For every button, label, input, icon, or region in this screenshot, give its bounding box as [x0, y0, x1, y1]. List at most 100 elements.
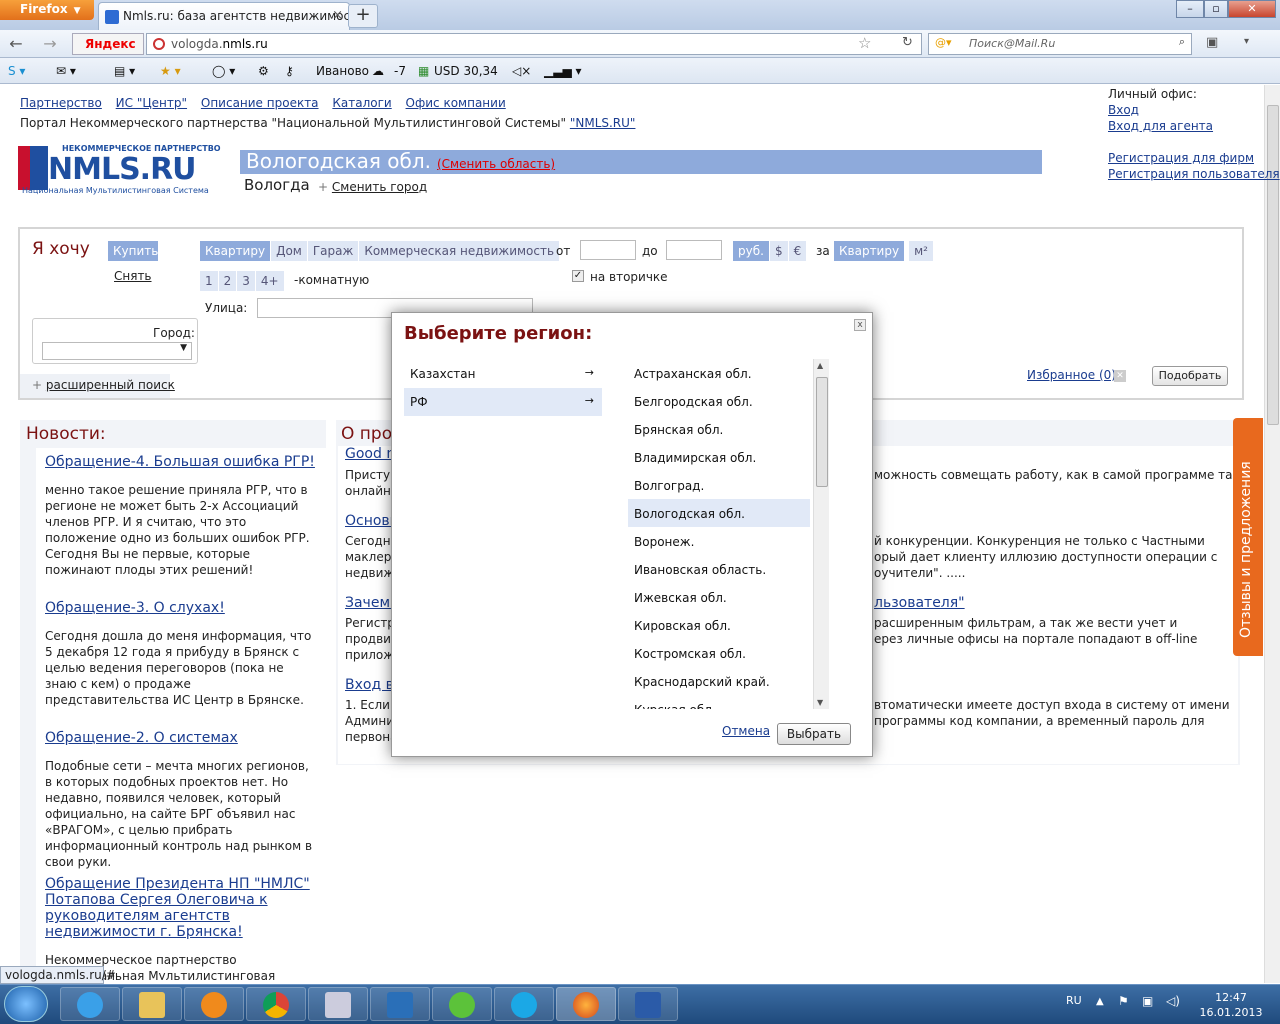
region-item[interactable]: Ижевская обл.	[628, 583, 810, 611]
site-identity-icon[interactable]	[153, 38, 165, 50]
choose-button[interactable]: Выбрать	[777, 723, 851, 745]
firefox-taskbar-icon[interactable]	[556, 987, 616, 1021]
advanced-search[interactable]: + расширенный поиск	[32, 378, 175, 392]
favorites-star-icon[interactable]: ★ ▾	[160, 64, 181, 78]
region-item[interactable]: Костромская обл.	[628, 639, 810, 667]
region-item-selected[interactable]: Вологодская обл.	[628, 499, 810, 527]
rent-link[interactable]: Снять	[114, 269, 152, 283]
minimize-button[interactable]: –	[1176, 0, 1204, 18]
language-indicator[interactable]: RU	[1066, 994, 1082, 1007]
nav-link[interactable]: Партнерство	[20, 96, 102, 110]
search-icon[interactable]: ⌕	[1179, 35, 1185, 49]
agent-login-link[interactable]: Вход для агента	[1108, 118, 1280, 134]
network-icon[interactable]: ▣	[1142, 994, 1153, 1008]
scrollbar-thumb[interactable]	[816, 377, 828, 487]
weather-temp[interactable]: -7	[394, 64, 406, 78]
region-item[interactable]: Владимирская обл.	[628, 443, 810, 471]
city-select[interactable]: ▼	[42, 342, 192, 360]
register-user-link[interactable]: Регистрация пользователя	[1108, 166, 1280, 182]
settings-gear-icon[interactable]: ⚙	[258, 64, 269, 78]
rooms-1[interactable]: 1	[200, 271, 218, 291]
about-link[interactable]: льзователя"	[874, 595, 965, 611]
media-player-taskbar-icon[interactable]	[184, 987, 244, 1021]
region-item[interactable]: Курская обл.	[628, 695, 810, 709]
region-item[interactable]: Астраханская обл.	[628, 359, 810, 387]
region-item[interactable]: Кировская обл.	[628, 611, 810, 639]
region-item[interactable]: Воронеж.	[628, 527, 810, 555]
change-city[interactable]: + Сменить город	[318, 180, 427, 194]
browser-tab[interactable]: Nmls.ru: база агентств недвижимости. ...…	[98, 2, 350, 30]
url-bar[interactable]: vologda.nmls.ru	[146, 33, 922, 55]
clear-favorites-icon[interactable]: ✕	[1114, 370, 1126, 382]
region-item[interactable]: Волгоград.	[628, 471, 810, 499]
news-item-title[interactable]: Обращение-4. Большая ошибка РГР!	[45, 454, 315, 470]
key-icon[interactable]: ⚷	[285, 64, 294, 78]
ie-taskbar-icon[interactable]	[60, 987, 120, 1021]
country-item-russia[interactable]: РФ →	[404, 388, 602, 416]
word-taskbar-icon[interactable]	[618, 987, 678, 1021]
news-item-title[interactable]: Обращение Президента НП "НМЛС" Потапова …	[45, 876, 310, 940]
reload-icon[interactable]: ↻	[902, 35, 913, 50]
buy-button[interactable]: Купить	[108, 241, 158, 261]
mail-icon[interactable]: ✉ ▾	[56, 64, 76, 78]
skype-taskbar-icon[interactable]	[494, 987, 554, 1021]
rooms-3[interactable]: 3	[237, 271, 255, 291]
currency-eur[interactable]: €	[788, 241, 807, 261]
secondary-checkbox[interactable]: ✓	[572, 270, 584, 282]
icq-taskbar-icon[interactable]	[432, 987, 492, 1021]
rooms-2[interactable]: 2	[218, 271, 237, 291]
submit-search-button[interactable]: Подобрать	[1152, 366, 1228, 386]
weather-city[interactable]: Иваново	[316, 64, 369, 78]
type-commercial[interactable]: Коммерческая недвижимость	[359, 241, 560, 261]
country-item-kazakhstan[interactable]: Казахстан →	[404, 360, 602, 388]
explorer-taskbar-icon[interactable]	[122, 987, 182, 1021]
change-region-link[interactable]: (Сменить область)	[437, 157, 555, 171]
price-to-input[interactable]	[666, 240, 722, 260]
app-taskbar-icon[interactable]	[370, 987, 430, 1021]
region-item[interactable]: Краснодарский край.	[628, 667, 810, 695]
type-apartment[interactable]: Квартиру	[200, 241, 271, 261]
login-link[interactable]: Вход	[1108, 102, 1280, 118]
currency-rub[interactable]: руб.	[733, 241, 769, 261]
system-clock[interactable]: 12:47 16.01.2013	[1196, 990, 1266, 1020]
page-scrollbar[interactable]	[1264, 85, 1280, 983]
price-from-input[interactable]	[580, 240, 636, 260]
start-button[interactable]	[4, 986, 48, 1022]
per-apartment[interactable]: Квартиру	[834, 241, 905, 261]
maximize-button[interactable]: ▫	[1204, 0, 1228, 18]
cancel-link[interactable]: Отмена	[722, 724, 770, 738]
close-window-button[interactable]: ✕	[1228, 0, 1276, 18]
currency-rate[interactable]: USD 30,34	[434, 64, 498, 78]
volume-tray-icon[interactable]: ◁)	[1166, 994, 1180, 1008]
search-field[interactable]: @▾ Поиск@Mail.Ru ⌕	[928, 33, 1192, 55]
favorites-link[interactable]: Избранное (0)	[1027, 368, 1116, 382]
menu-dropdown-icon[interactable]: ▾	[1244, 36, 1249, 47]
new-tab-button[interactable]: +	[348, 4, 378, 28]
region-item[interactable]: Брянская обл.	[628, 415, 810, 443]
currency-usd[interactable]: $	[769, 241, 788, 261]
nav-link[interactable]: ИС "Центр"	[116, 96, 187, 110]
news-item-title[interactable]: Обращение-2. О системах	[45, 730, 238, 746]
portal-link[interactable]: "NMLS.RU"	[570, 116, 636, 130]
bookmarks-icon[interactable]: ▣	[1206, 35, 1218, 50]
region-list-scrollbar[interactable]: ▲ ▼	[813, 359, 829, 709]
nav-link[interactable]: Каталоги	[332, 96, 391, 110]
nav-link[interactable]: Офис компании	[406, 96, 506, 110]
nav-link[interactable]: Описание проекта	[201, 96, 319, 110]
region-item[interactable]: Белгородская обл.	[628, 387, 810, 415]
action-center-flag-icon[interactable]: ⚑	[1118, 994, 1129, 1008]
skype-icon[interactable]: S ▾	[8, 64, 25, 78]
register-firm-link[interactable]: Регистрация для фирм	[1108, 150, 1280, 166]
close-icon[interactable]: x	[854, 319, 866, 331]
region-item[interactable]: Ивановская область.	[628, 555, 810, 583]
screenshot-icon[interactable]: ▤ ▾	[114, 64, 135, 78]
calculator-taskbar-icon[interactable]	[308, 987, 368, 1021]
back-icon[interactable]: ←	[4, 34, 28, 54]
type-house[interactable]: Дом	[271, 241, 307, 261]
per-sqm[interactable]: м²	[909, 241, 933, 261]
volume-icon[interactable]: ◁×	[512, 64, 531, 78]
firefox-menu-button[interactable]: Firefox ▼	[0, 0, 94, 20]
scroll-down-icon[interactable]: ▼	[817, 698, 823, 707]
forward-icon[interactable]: →	[38, 34, 62, 54]
feedback-tab[interactable]: Отзывы и предложения	[1233, 418, 1263, 656]
